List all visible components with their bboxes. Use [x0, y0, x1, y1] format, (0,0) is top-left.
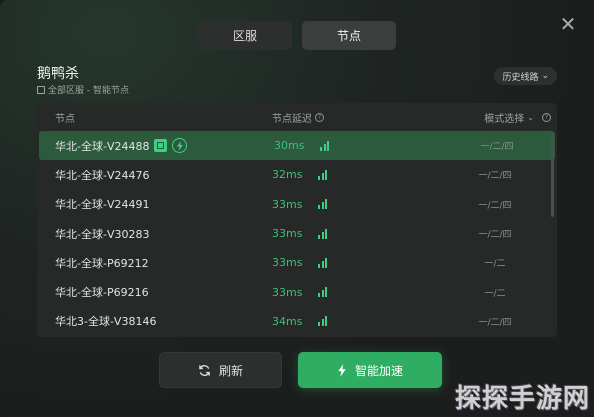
history-route-button[interactable]: 历史线路 ⌄ [494, 67, 557, 85]
node-name: 华北-全球-V24491 [55, 198, 150, 212]
signal-icon [320, 140, 330, 151]
table-row[interactable]: 华北-全球-V24488 30ms 一/二/四 [39, 131, 555, 161]
header-latency-label: 节点延迟 [272, 113, 312, 125]
mode-cell: 一/二 [484, 288, 506, 299]
watermark-text: 探探手游网 [454, 384, 590, 414]
table-row[interactable]: 华北-全球-V24491 33ms 一/二/四 [37, 190, 557, 219]
table-row[interactable]: 华北-全球-V30283 33ms 一/二/四 [37, 219, 557, 248]
server-icon [37, 85, 45, 94]
latency-cell: 32ms [272, 168, 328, 182]
refresh-icon [199, 364, 210, 376]
header-latency: 节点延迟 ? [272, 110, 324, 125]
latency-value: 34ms [272, 314, 303, 328]
latency-cell: 34ms [272, 314, 328, 328]
latency-value: 33ms [272, 285, 303, 299]
mode-cell: 一/二 [484, 259, 506, 270]
node-name: 华北-全球-V24488 [55, 139, 150, 153]
recommend-icon [154, 139, 168, 153]
tab-server[interactable]: 区服 [198, 21, 292, 50]
chevron-down-icon: ⌄ [527, 112, 534, 122]
game-subtitle: 全部区服 - 智能节点 [37, 83, 129, 96]
close-icon[interactable]: ✕ [558, 14, 578, 34]
table-row[interactable]: 华北3-全球-V38146 34ms 一/二/四 [37, 307, 557, 336]
node-selection-dialog: ✕ 区服 节点 鹅鸭杀 全部区服 - 智能节点 历史线路 ⌄ 节点 节点延迟 ?… [0, 0, 594, 417]
subtitle-text: 全部区服 - 智能节点 [48, 86, 129, 96]
table-row[interactable]: 华北-全球-V24476 32ms 一/二/四 [37, 160, 557, 189]
history-route-label: 历史线路 [502, 72, 539, 83]
signal-icon [318, 199, 328, 210]
node-table: 节点 节点延迟 ? 模式选择 ⌄ ? 华北-全球-V24488 30ms 一/二… [37, 103, 557, 337]
header-node: 节点 [55, 113, 75, 125]
latency-cell: 33ms [272, 227, 328, 241]
lightning-icon [172, 138, 188, 154]
accelerate-label: 智能加速 [354, 363, 403, 378]
latency-cell: 33ms [272, 256, 328, 270]
header-mode[interactable]: 模式选择 ⌄ ? [484, 110, 551, 125]
table-header: 节点 节点延迟 ? 模式选择 ⌄ ? [37, 103, 557, 131]
mode-cell: 一/二/四 [478, 230, 512, 241]
node-name-cell: 华北-全球-V24488 [55, 138, 188, 154]
signal-icon [318, 287, 328, 298]
node-name: 华北-全球-P69212 [55, 256, 149, 270]
node-name: 华北-全球-P69216 [55, 286, 149, 300]
node-name: 华北-全球-V30283 [55, 227, 150, 241]
mode-cell: 一/二/四 [478, 200, 512, 211]
signal-icon [318, 169, 328, 180]
latency-value: 33ms [272, 227, 303, 241]
help-icon[interactable]: ? [542, 112, 551, 122]
latency-value: 30ms [274, 139, 305, 153]
latency-value: 32ms [272, 168, 303, 182]
latency-value: 33ms [272, 256, 303, 270]
table-row[interactable]: 华北-全球-P69212 33ms 一/二 [37, 248, 557, 277]
latency-cell: 30ms [274, 139, 330, 153]
tab-bar: 区服 节点 [198, 21, 396, 50]
mode-cell: 一/二/四 [478, 317, 512, 328]
lightning-icon [338, 363, 346, 377]
latency-value: 33ms [272, 197, 303, 211]
latency-cell: 33ms [272, 285, 328, 299]
mode-cell: 一/二/四 [478, 171, 512, 182]
header-mode-label: 模式选择 [484, 113, 525, 125]
signal-icon [318, 316, 328, 327]
mode-cell: 一/二/四 [480, 142, 514, 153]
node-name: 华北-全球-V24476 [55, 168, 150, 182]
node-name: 华北3-全球-V38146 [55, 315, 157, 329]
tab-node[interactable]: 节点 [302, 21, 396, 50]
latency-cell: 33ms [272, 197, 328, 211]
smart-accelerate-button[interactable]: 智能加速 [298, 352, 442, 388]
game-title: 鹅鸭杀 [37, 66, 79, 82]
chevron-down-icon: ⌄ [541, 71, 549, 81]
help-icon[interactable]: ? [315, 112, 324, 122]
table-scrollbar[interactable] [551, 133, 554, 217]
signal-icon [318, 228, 328, 239]
refresh-button[interactable]: 刷新 [159, 352, 282, 388]
signal-icon [318, 257, 328, 268]
table-row[interactable]: 华北-全球-P69216 33ms 一/二 [37, 277, 557, 306]
refresh-label: 刷新 [218, 363, 243, 378]
